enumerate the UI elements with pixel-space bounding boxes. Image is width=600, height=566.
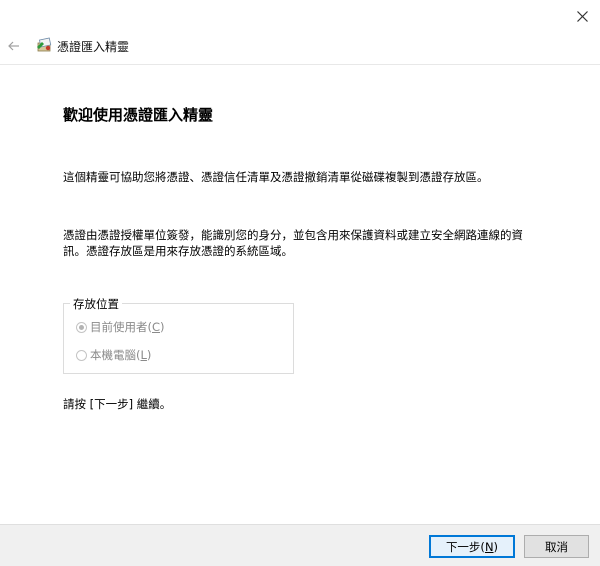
header-divider <box>0 64 600 65</box>
wizard-header: 憑證匯入精靈 <box>0 32 600 62</box>
radio-button-icon <box>76 321 87 333</box>
cancel-button[interactable]: 取消 <box>524 535 589 558</box>
radio-local-machine[interactable]: 本機電腦(L) <box>76 347 151 363</box>
next-button[interactable]: 下一步(N) <box>429 535 515 558</box>
back-arrow-icon <box>8 41 19 51</box>
radio-local-machine-label: 本機電腦(L) <box>90 348 152 362</box>
close-button[interactable] <box>566 2 598 30</box>
radio-button-icon <box>76 349 87 361</box>
continue-instruction: 請按 [下一步] 繼續。 <box>63 397 172 411</box>
store-location-legend: 存放位置 <box>70 296 122 312</box>
description-paragraph: 這個精靈可協助您將憑證、憑證信任清單及憑證撤銷清單從磁碟複製到憑證存放區。 <box>63 170 489 184</box>
back-button[interactable] <box>6 36 22 56</box>
window-title: 憑證匯入精靈 <box>57 40 130 54</box>
radio-current-user-label: 目前使用者(C) <box>90 320 165 334</box>
certificate-info-paragraph: 憑證由憑證授權單位簽發，能識別您的身分，並包含用來保護資料或建立安全網路連線的資… <box>63 228 523 258</box>
close-icon <box>576 10 588 22</box>
page-title: 歡迎使用憑證匯入精靈 <box>63 106 214 124</box>
radio-current-user[interactable]: 目前使用者(C) <box>76 319 165 335</box>
certificate-wizard-icon <box>37 37 52 52</box>
store-location-group <box>63 303 294 374</box>
